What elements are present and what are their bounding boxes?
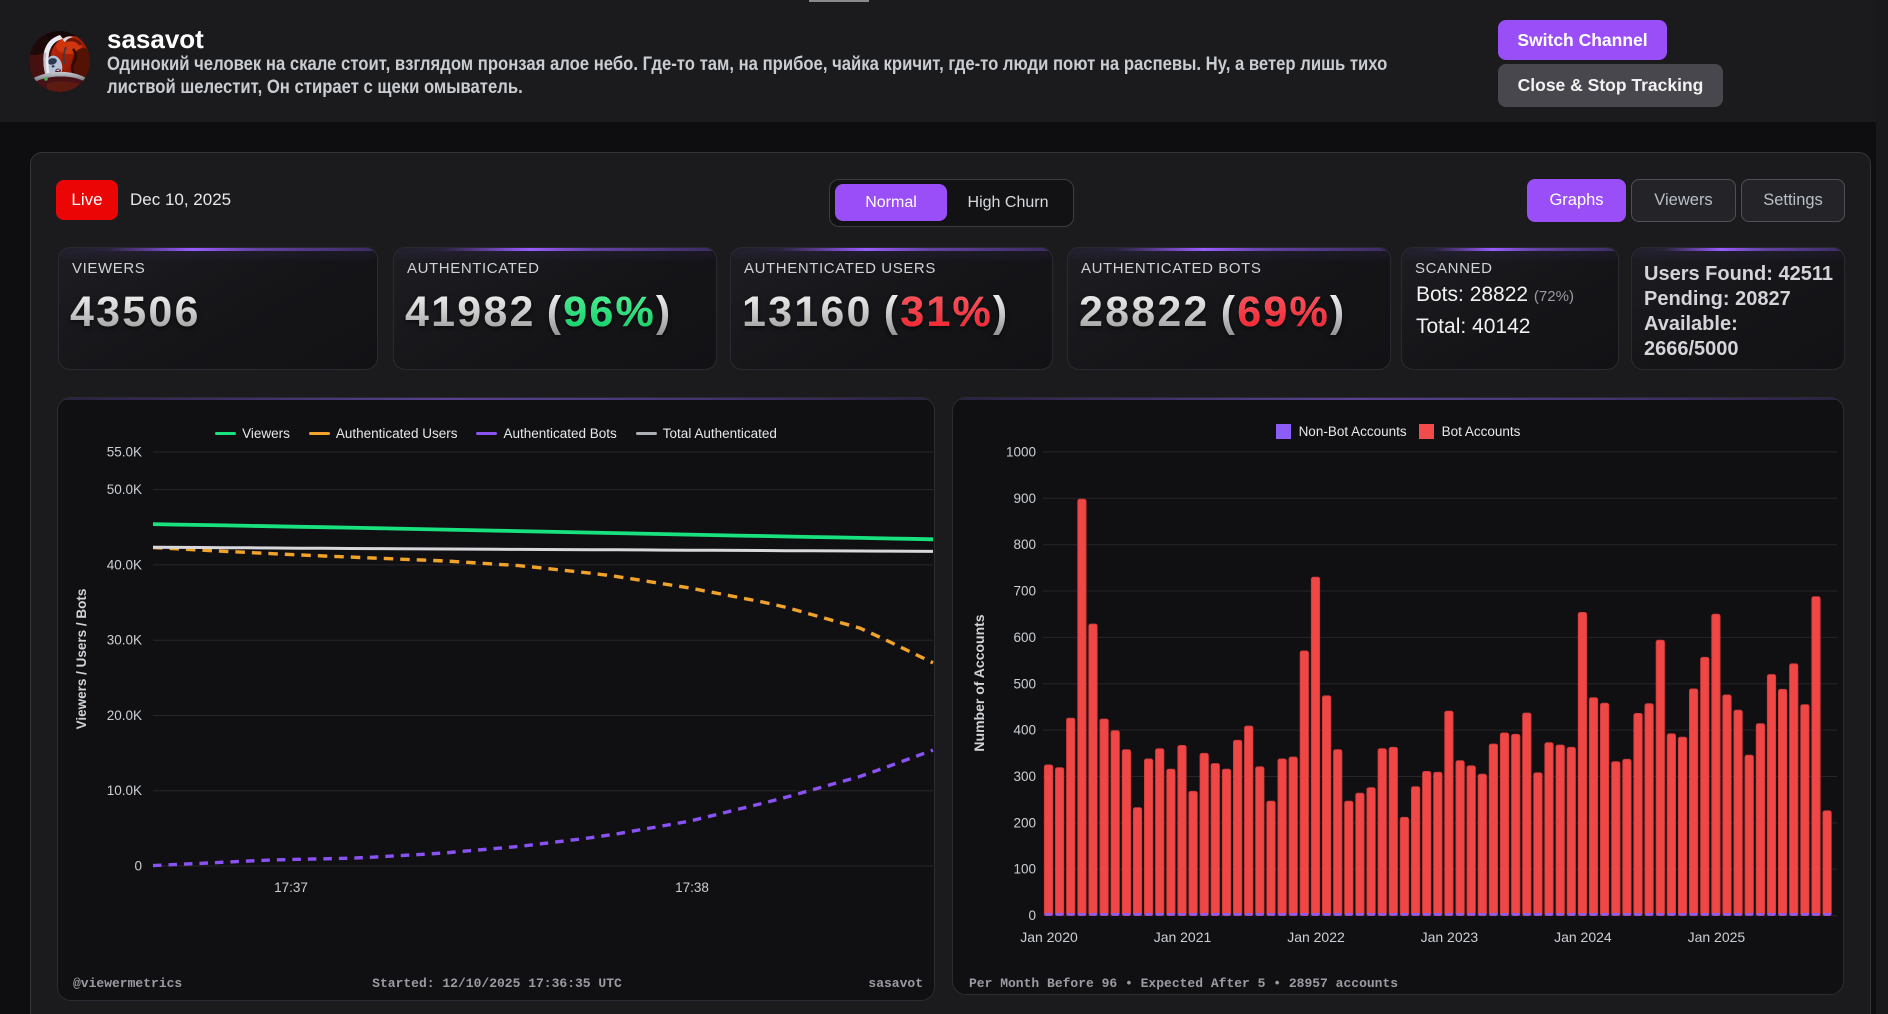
svg-text:100: 100 [1013,862,1036,877]
svg-text:Viewers / Users / Bots: Viewers / Users / Bots [74,589,89,730]
svg-text:Jan 2021: Jan 2021 [1154,929,1212,945]
svg-text:Jan 2022: Jan 2022 [1287,929,1345,945]
svg-text:1000: 1000 [1006,444,1036,459]
svg-text:Jan 2023: Jan 2023 [1421,929,1479,945]
svg-text:800: 800 [1013,537,1036,552]
svg-text:Jan 2020: Jan 2020 [1020,929,1078,945]
svg-text:300: 300 [1013,769,1036,784]
svg-text:10.0K: 10.0K [107,783,142,798]
svg-text:40.0K: 40.0K [107,557,142,572]
svg-text:700: 700 [1013,584,1036,599]
svg-text:55.0K: 55.0K [107,445,142,460]
svg-text:500: 500 [1013,676,1036,691]
svg-text:50.0K: 50.0K [107,482,142,497]
svg-text:600: 600 [1013,630,1036,645]
svg-text:400: 400 [1013,723,1036,738]
svg-text:20.0K: 20.0K [107,708,142,723]
svg-text:0: 0 [1028,908,1036,923]
svg-text:Jan 2025: Jan 2025 [1688,929,1746,945]
svg-text:17:38: 17:38 [675,880,709,895]
svg-text:Jan 2024: Jan 2024 [1554,929,1612,945]
svg-text:17:37: 17:37 [274,880,308,895]
svg-text:Number of Accounts: Number of Accounts [971,614,987,751]
svg-text:0: 0 [134,859,142,874]
svg-text:200: 200 [1013,815,1036,830]
svg-text:900: 900 [1013,491,1036,506]
svg-text:30.0K: 30.0K [107,633,142,648]
